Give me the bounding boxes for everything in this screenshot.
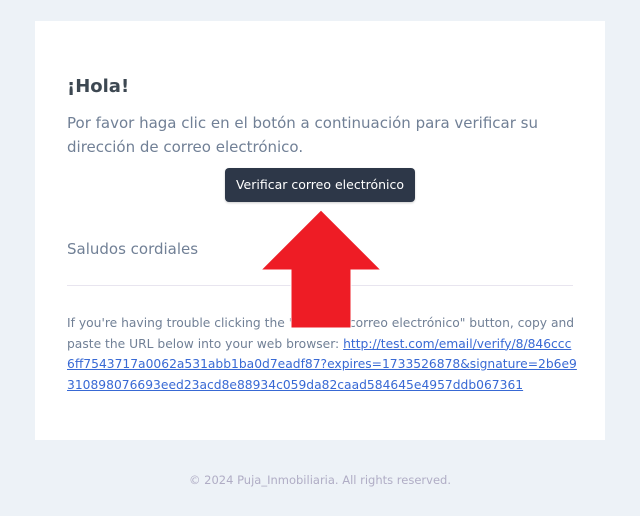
up-arrow-icon bbox=[260, 210, 382, 328]
email-page: ¡Hola! Por favor haga clic en el botón a… bbox=[0, 0, 640, 516]
verify-email-button[interactable]: Verificar correo electrónico bbox=[225, 168, 415, 202]
greeting-heading: ¡Hola! bbox=[67, 76, 130, 97]
footer-copyright: © 2024 Puja_Inmobiliaria. All rights res… bbox=[189, 473, 451, 487]
regards-text: Saludos cordiales bbox=[67, 240, 199, 258]
intro-text: Por favor haga clic en el botón a contin… bbox=[67, 114, 538, 156]
